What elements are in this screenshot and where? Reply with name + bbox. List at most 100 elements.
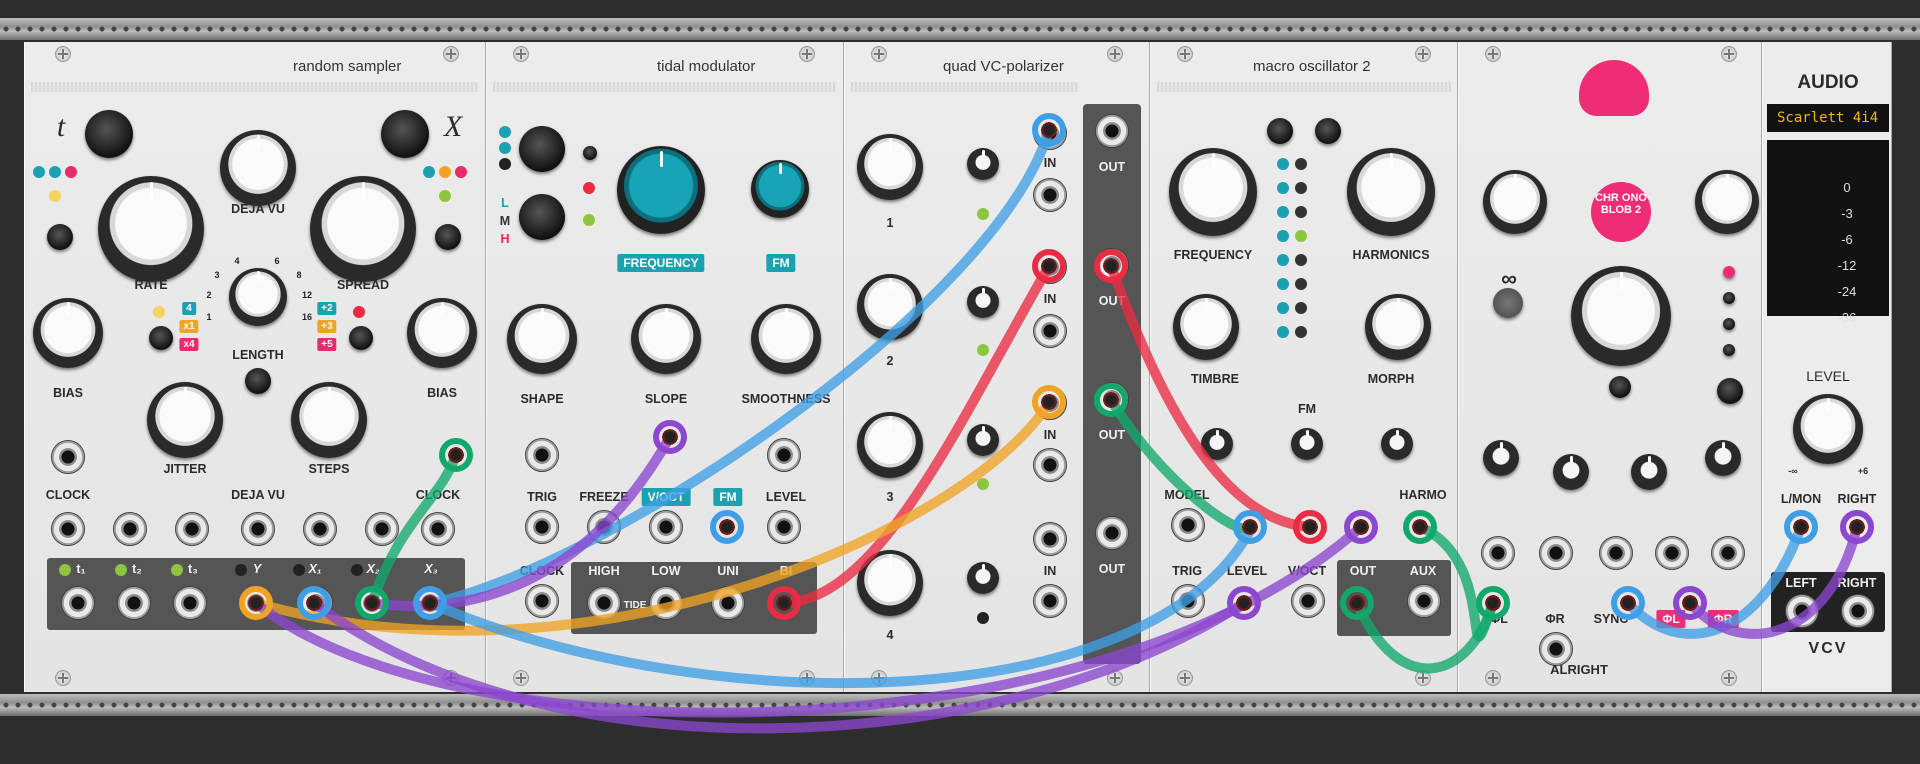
voct-input-jack[interactable] xyxy=(1291,584,1325,618)
t1-output-jack[interactable] xyxy=(61,586,95,620)
module-quad-vc-polarizer[interactable]: quad VC-polarizer 1 IN 2 IN 3 IN 4 IN OU… xyxy=(844,42,1150,692)
morph-knob[interactable] xyxy=(1365,294,1431,360)
timbre-knob[interactable] xyxy=(1173,294,1239,360)
steps-knob[interactable] xyxy=(291,382,367,458)
channel-1-cv-jack[interactable] xyxy=(1033,178,1067,212)
module-audio[interactable]: AUDIO Scarlett 4i4 0 -3 -6 -12 -24 -36 L… xyxy=(1762,42,1892,692)
shape-knob[interactable] xyxy=(507,304,577,374)
model-next-button[interactable] xyxy=(1315,118,1341,144)
time-l-cv-knob[interactable] xyxy=(1553,454,1589,490)
x-model-led-3[interactable] xyxy=(455,166,467,178)
cable-plug-purple[interactable] xyxy=(1673,586,1707,620)
harmonics-knob[interactable] xyxy=(1347,148,1435,236)
cv-input-jack[interactable] xyxy=(421,512,455,546)
cable-plug-orange[interactable] xyxy=(1032,385,1066,419)
cable-plug-red[interactable] xyxy=(1293,510,1327,544)
cable-plug-blue[interactable] xyxy=(1233,510,1267,544)
t-generator-button[interactable] xyxy=(85,110,133,158)
t-mode-button[interactable] xyxy=(47,224,73,250)
hold-button[interactable] xyxy=(1493,288,1523,318)
time-knob[interactable] xyxy=(1571,266,1671,366)
channel-4-out-jack[interactable] xyxy=(1095,516,1129,550)
feedback-cv-jack[interactable] xyxy=(1481,536,1515,570)
cable-plug-green[interactable] xyxy=(1340,586,1374,620)
range-button[interactable] xyxy=(519,126,565,172)
model-prev-button[interactable] xyxy=(1267,118,1293,144)
model-led-2[interactable] xyxy=(49,166,61,178)
feedback-cv-knob[interactable] xyxy=(1483,440,1519,476)
cable-plug-purple[interactable] xyxy=(1840,510,1874,544)
clock-input-jack[interactable] xyxy=(525,584,559,618)
cable-plug-purple[interactable] xyxy=(1227,586,1261,620)
scale-button[interactable] xyxy=(349,326,373,350)
fm-cv-knob[interactable] xyxy=(1291,428,1323,460)
cable-plug-purple[interactable] xyxy=(1344,510,1378,544)
spread-knob[interactable] xyxy=(310,176,416,282)
channel-4-in-jack[interactable] xyxy=(1033,522,1067,556)
cable-plug-blue[interactable] xyxy=(1611,586,1645,620)
x-mode-button[interactable] xyxy=(435,224,461,250)
feedback-knob[interactable] xyxy=(1483,170,1547,234)
rate-knob[interactable] xyxy=(98,176,204,282)
model-led-3[interactable] xyxy=(65,166,77,178)
time-r-cv-knob[interactable] xyxy=(1631,454,1667,490)
cable-plug-green[interactable] xyxy=(1094,383,1128,417)
aux-output-jack[interactable] xyxy=(1407,584,1441,618)
voct-input-jack[interactable] xyxy=(649,510,683,544)
cable-plug-blue[interactable] xyxy=(710,510,744,544)
clock-input-jack[interactable] xyxy=(51,440,85,474)
frequency-knob[interactable] xyxy=(1169,148,1257,236)
channel-1-out-jack[interactable] xyxy=(1095,114,1129,148)
low-output-jack[interactable] xyxy=(649,586,683,620)
cable-plug-red[interactable] xyxy=(1032,249,1066,283)
cable-plug-orange[interactable] xyxy=(239,586,273,620)
trig-input-jack[interactable] xyxy=(525,510,559,544)
phase-r-jack[interactable] xyxy=(1539,632,1573,666)
channel-4-cv-jack[interactable] xyxy=(1033,584,1067,618)
time-l-cv-jack[interactable] xyxy=(1539,536,1573,570)
cable-plug-green[interactable] xyxy=(1403,510,1437,544)
cable-plug-blue[interactable] xyxy=(413,586,447,620)
morph-cv-knob[interactable] xyxy=(1381,428,1413,460)
cv-input-jack[interactable] xyxy=(175,512,209,546)
mix-knob[interactable] xyxy=(1695,170,1759,234)
channel-1-cv-knob[interactable] xyxy=(967,148,999,180)
cable-plug-blue[interactable] xyxy=(297,586,331,620)
high-output-jack[interactable] xyxy=(587,586,621,620)
channel-3-cv-jack[interactable] xyxy=(1033,448,1067,482)
smoothness-cv-jack[interactable] xyxy=(767,438,801,472)
hold-cv-jack[interactable] xyxy=(1599,536,1633,570)
time-mode-button[interactable] xyxy=(1609,376,1631,398)
audio-device-display[interactable]: Scarlett 4i4 xyxy=(1767,104,1889,132)
cable-plug-red[interactable] xyxy=(767,586,801,620)
cable-plug-purple[interactable] xyxy=(653,420,687,454)
cable-plug-blue[interactable] xyxy=(1032,113,1066,147)
frequency-knob[interactable] xyxy=(617,146,705,234)
uni-output-jack[interactable] xyxy=(711,586,745,620)
mix-cv-knob[interactable] xyxy=(1705,440,1741,476)
cable-plug-green[interactable] xyxy=(355,586,389,620)
left-output-jack[interactable] xyxy=(1785,594,1819,628)
slope-knob[interactable] xyxy=(631,304,701,374)
mix-cv-jack[interactable] xyxy=(1711,536,1745,570)
channel-3-knob[interactable] xyxy=(857,412,923,478)
channel-3-cv-knob[interactable] xyxy=(967,424,999,456)
mode-button[interactable] xyxy=(519,194,565,240)
channel-4-knob[interactable] xyxy=(857,550,923,616)
cable-plug-green[interactable] xyxy=(1476,586,1510,620)
fm-knob[interactable] xyxy=(751,160,809,218)
cable-plug-blue[interactable] xyxy=(1784,510,1818,544)
rate-range-button[interactable] xyxy=(149,326,173,350)
channel-1-knob[interactable] xyxy=(857,134,923,200)
channel-4-cv-knob[interactable] xyxy=(967,562,999,594)
deja-vu-knob[interactable] xyxy=(220,130,296,206)
jitter-knob[interactable] xyxy=(147,382,223,458)
channel-2-cv-jack[interactable] xyxy=(1033,314,1067,348)
cv-input-jack[interactable] xyxy=(51,512,85,546)
x-model-led-1[interactable] xyxy=(423,166,435,178)
cv-input-jack[interactable] xyxy=(303,512,337,546)
t2-output-jack[interactable] xyxy=(117,586,151,620)
mode-button[interactable] xyxy=(1717,378,1743,404)
shape-cv-jack[interactable] xyxy=(525,438,559,472)
x-model-led-2[interactable] xyxy=(439,166,451,178)
